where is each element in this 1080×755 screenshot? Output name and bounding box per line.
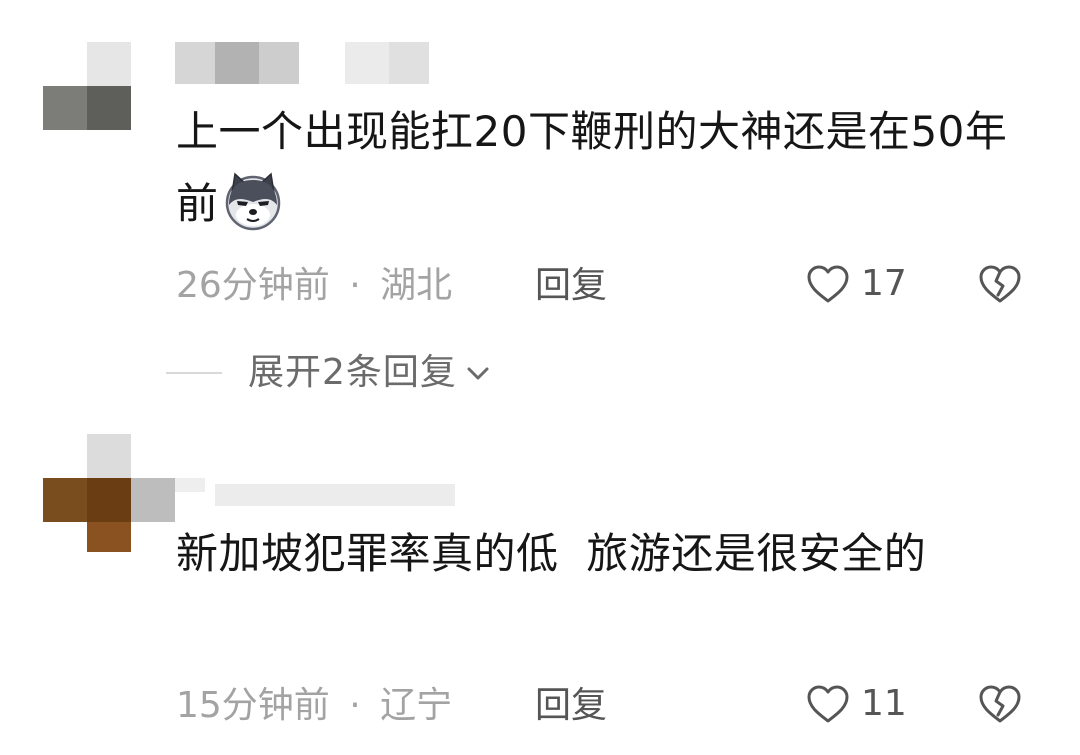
expand-replies-button[interactable]: 展开2条回复 (166, 348, 493, 398)
comment-meta: 26分钟前 · 湖北 (176, 264, 452, 308)
expand-replies-label: 展开2条回复 (248, 352, 457, 393)
comment-item: 上一个出现能扛20下鞭刑的大神还是在50年前 26分钟前 · 湖北 回复 17 … (0, 0, 1080, 420)
like-count: 11 (861, 683, 907, 724)
husky-dog-face-emoji (223, 171, 283, 231)
comment-text-content: 上一个出现能扛20下鞭刑的大神还是在50年前 (176, 107, 1008, 228)
comment-meta: 15分钟前 · 辽宁 (176, 684, 452, 728)
dislike-button[interactable] (978, 682, 1022, 726)
avatar[interactable] (43, 434, 175, 552)
comment-text: 上一个出现能扛20下鞭刑的大神还是在50年前 (176, 96, 1036, 240)
username-blurred[interactable] (175, 42, 435, 84)
comment-location: 湖北 (380, 265, 453, 306)
reply-button[interactable]: 回复 (535, 264, 607, 308)
comment-text: 新加坡犯罪率真的低 旅游还是很安全的 (176, 518, 1026, 590)
username-blurred[interactable] (175, 470, 455, 512)
reply-button[interactable]: 回复 (535, 684, 607, 728)
divider-line (166, 372, 222, 374)
comment-location: 辽宁 (380, 685, 453, 726)
like-button[interactable]: 17 (805, 262, 907, 306)
comment-time: 26分钟前 (176, 265, 330, 306)
broken-heart-icon (978, 262, 1022, 306)
like-button[interactable]: 11 (805, 682, 907, 726)
like-count: 17 (861, 263, 907, 304)
comment-text-content: 新加坡犯罪率真的低 旅游还是很安全的 (176, 529, 927, 578)
broken-heart-icon (978, 682, 1022, 726)
comment-time: 15分钟前 (176, 685, 330, 726)
meta-separator: · (349, 265, 361, 306)
heart-outline-icon (805, 263, 851, 305)
dislike-button[interactable] (978, 262, 1022, 306)
chevron-down-icon (463, 358, 493, 388)
avatar[interactable] (43, 42, 131, 130)
meta-separator: · (349, 685, 361, 726)
comment-item: 新加坡犯罪率真的低 旅游还是很安全的 15分钟前 · 辽宁 回复 11 (0, 420, 1080, 755)
heart-outline-icon (805, 683, 851, 725)
